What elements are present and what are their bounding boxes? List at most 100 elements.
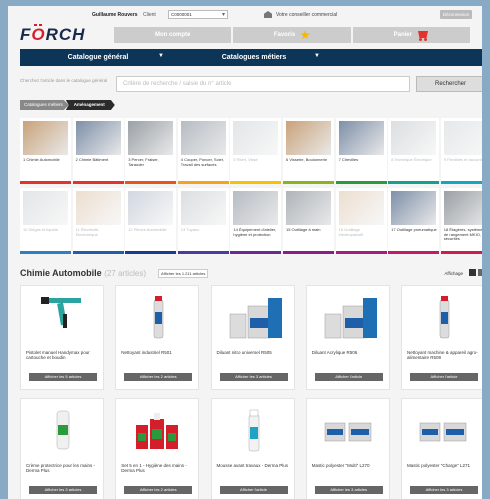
category-tile[interactable]: 10 Sièges et liquide bbox=[20, 188, 71, 254]
product-card[interactable]: Crème protectrice pour les mains - Derma… bbox=[20, 398, 104, 499]
search-button[interactable]: Rechercher bbox=[416, 76, 482, 92]
consultant-link[interactable]: Votre conseiller commercial bbox=[264, 11, 337, 18]
category-tile[interactable]: 3 Percer, Fraiser, Tarauder bbox=[125, 118, 177, 184]
category-tile[interactable]: 1 Chimie Automobile bbox=[20, 118, 71, 184]
category-color-bar bbox=[440, 181, 482, 184]
show-articles-button[interactable]: Afficher les 2 articles bbox=[124, 373, 193, 381]
category-image bbox=[128, 121, 174, 155]
product-name[interactable]: Mastic polyester "Multi" L270 bbox=[312, 463, 388, 468]
category-image bbox=[23, 191, 68, 225]
list-view-icon[interactable] bbox=[478, 269, 482, 276]
category-color-bar bbox=[283, 181, 334, 184]
product-card[interactable]: Mastic polyester "Charge" L271 Afficher l… bbox=[401, 398, 482, 499]
product-card[interactable]: Mastic polyester "Multi" L270 Afficher le… bbox=[305, 398, 390, 499]
tab-favorites[interactable]: Favoris bbox=[233, 27, 351, 43]
category-color-bar bbox=[72, 181, 124, 184]
caulking-gun-icon bbox=[33, 292, 93, 342]
category-tile[interactable]: 4 Couper, Poncer, Scier, Travail des sur… bbox=[177, 118, 229, 184]
category-image bbox=[443, 191, 482, 225]
show-all-button[interactable]: Afficher les 1.211 articles bbox=[158, 269, 209, 278]
tab-cart-label: Panier bbox=[393, 32, 412, 38]
show-articles-button[interactable]: Afficher l'article bbox=[410, 373, 478, 381]
product-card[interactable]: Set 5 en 1 - Hygiène des mains - Derma P… bbox=[115, 398, 200, 499]
client-select[interactable]: C0000001 bbox=[168, 10, 228, 19]
category-tile[interactable]: 7 Chevilles bbox=[335, 118, 387, 184]
category-image bbox=[391, 191, 437, 225]
category-tile[interactable]: 17 Outillage pneumatique bbox=[388, 188, 440, 254]
search-input[interactable]: Critère de recherche / saisie du n° arti… bbox=[116, 76, 410, 92]
category-label: 8 Technique Électrique bbox=[391, 157, 432, 162]
category-tile[interactable]: 9 Flexibles et raccords bbox=[440, 118, 482, 184]
product-card[interactable]: Diluant Acrylique R506 Afficher l'article bbox=[305, 285, 390, 390]
category-label: 5 Rivet, Vissé bbox=[233, 157, 258, 162]
tab-favorites-label: Favoris bbox=[273, 32, 296, 38]
show-articles-button[interactable]: Afficher les 3 articles bbox=[219, 373, 288, 381]
category-color-bar bbox=[283, 251, 334, 254]
category-tile[interactable]: 2 Chimie Bâtiment bbox=[72, 118, 124, 184]
category-image bbox=[128, 191, 174, 225]
category-image bbox=[338, 191, 384, 225]
logout-button[interactable]: Déconnexion bbox=[440, 10, 472, 19]
category-label: 7 Chevilles bbox=[338, 157, 359, 162]
account-tabs: Mon compte Favoris Panier bbox=[114, 27, 470, 43]
breadcrumb-item-trade-catalogs[interactable]: Catalogues métiers bbox=[20, 100, 69, 110]
product-name[interactable]: Diluant Acrylique R506 bbox=[312, 350, 388, 355]
product-card[interactable]: Nettoyant industriel R501 Afficher les 2 … bbox=[115, 285, 200, 390]
product-name[interactable]: Set 5 en 1 - Hygiène des mains - Derma P… bbox=[121, 463, 197, 473]
category-tile[interactable]: 16 Outillage électroportatif bbox=[335, 188, 387, 254]
category-label: 6 Visserie, Boulonnerie bbox=[286, 157, 328, 162]
product-name[interactable]: Pistolet manuel Handymax pour cartouche … bbox=[26, 350, 102, 360]
category-tile[interactable]: 14 Équipement d'atelier, hygiène et prot… bbox=[230, 188, 282, 254]
tab-cart[interactable]: Panier bbox=[352, 27, 470, 43]
category-color-bar bbox=[440, 251, 482, 254]
product-name[interactable]: Nettoyant machine & appareil agro-alimen… bbox=[407, 350, 482, 360]
product-card[interactable]: Nettoyant machine & appareil agro-alimen… bbox=[401, 285, 482, 390]
category-image bbox=[75, 191, 121, 225]
category-color-bar bbox=[388, 181, 440, 184]
show-articles-button[interactable]: Afficher les 5 articles bbox=[29, 373, 97, 381]
product-name[interactable]: Mousse avant travaux - Derma Plus bbox=[217, 463, 293, 468]
category-label: 4 Couper, Poncer, Scier, Travail des sur… bbox=[180, 157, 224, 167]
category-image bbox=[23, 121, 68, 155]
product-card[interactable]: Diluant nitro universel R505 Afficher les… bbox=[210, 285, 295, 390]
star-icon bbox=[300, 30, 310, 40]
show-articles-button[interactable]: Afficher les 3 articles bbox=[29, 486, 97, 494]
nav-general-catalog[interactable]: Catalogue général ▼ bbox=[20, 49, 176, 66]
category-tile[interactable]: 11 Électricité, Électronique bbox=[72, 188, 124, 254]
tab-my-account[interactable]: Mon compte bbox=[114, 27, 232, 43]
show-articles-button[interactable]: Afficher l'article bbox=[219, 486, 288, 494]
category-image bbox=[180, 191, 226, 225]
show-articles-button[interactable]: Afficher les 3 articles bbox=[314, 486, 383, 494]
category-tile[interactable]: 6 Visserie, Boulonnerie bbox=[283, 118, 334, 184]
category-tile[interactable]: 15 Outillage à main bbox=[283, 188, 334, 254]
product-name[interactable]: Nettoyant industriel R501 bbox=[121, 350, 197, 355]
category-color-bar bbox=[72, 251, 124, 254]
product-name[interactable]: Diluant nitro universel R505 bbox=[217, 350, 293, 355]
category-color-bar bbox=[335, 251, 387, 254]
category-tile[interactable]: 18 Étagères, systèmes de rangement MKIO,… bbox=[440, 188, 482, 254]
category-color-bar bbox=[388, 251, 440, 254]
show-articles-button[interactable]: Afficher les 2 articles bbox=[124, 486, 193, 494]
nav-trade-catalogs[interactable]: Catalogues métiers ▼ bbox=[176, 49, 332, 66]
category-tile[interactable]: 12 Pièces Automobile bbox=[125, 188, 177, 254]
forch-logo[interactable]: FORCH bbox=[20, 25, 85, 45]
category-image bbox=[233, 121, 279, 155]
chevron-down-icon: ▼ bbox=[314, 53, 320, 59]
category-tile[interactable]: 13 Tuyaux bbox=[177, 188, 229, 254]
grid-view-icon[interactable] bbox=[469, 269, 476, 276]
category-image bbox=[338, 121, 384, 155]
product-name[interactable]: Crème protectrice pour les mains - Derma… bbox=[26, 463, 102, 473]
chevron-down-icon: ▼ bbox=[158, 53, 164, 59]
product-card[interactable]: Pistolet manuel Handymax pour cartouche … bbox=[20, 285, 104, 390]
category-tile[interactable]: 5 Rivet, Vissé bbox=[230, 118, 282, 184]
building-icon bbox=[264, 11, 272, 18]
tab-my-account-label: Mon compte bbox=[154, 32, 191, 38]
show-articles-button[interactable]: Afficher l'article bbox=[314, 373, 383, 381]
product-card[interactable]: Mousse avant travaux - Derma Plus Affiche… bbox=[210, 398, 295, 499]
category-image bbox=[391, 121, 437, 155]
category-tile[interactable]: 8 Technique Électrique bbox=[388, 118, 440, 184]
product-name[interactable]: Mastic polyester "Charge" L271 bbox=[407, 463, 482, 468]
nav-trade-catalogs-label: Catalogues métiers bbox=[221, 54, 287, 61]
show-articles-button[interactable]: Afficher les 3 articles bbox=[410, 486, 478, 494]
category-color-bar bbox=[20, 251, 71, 254]
